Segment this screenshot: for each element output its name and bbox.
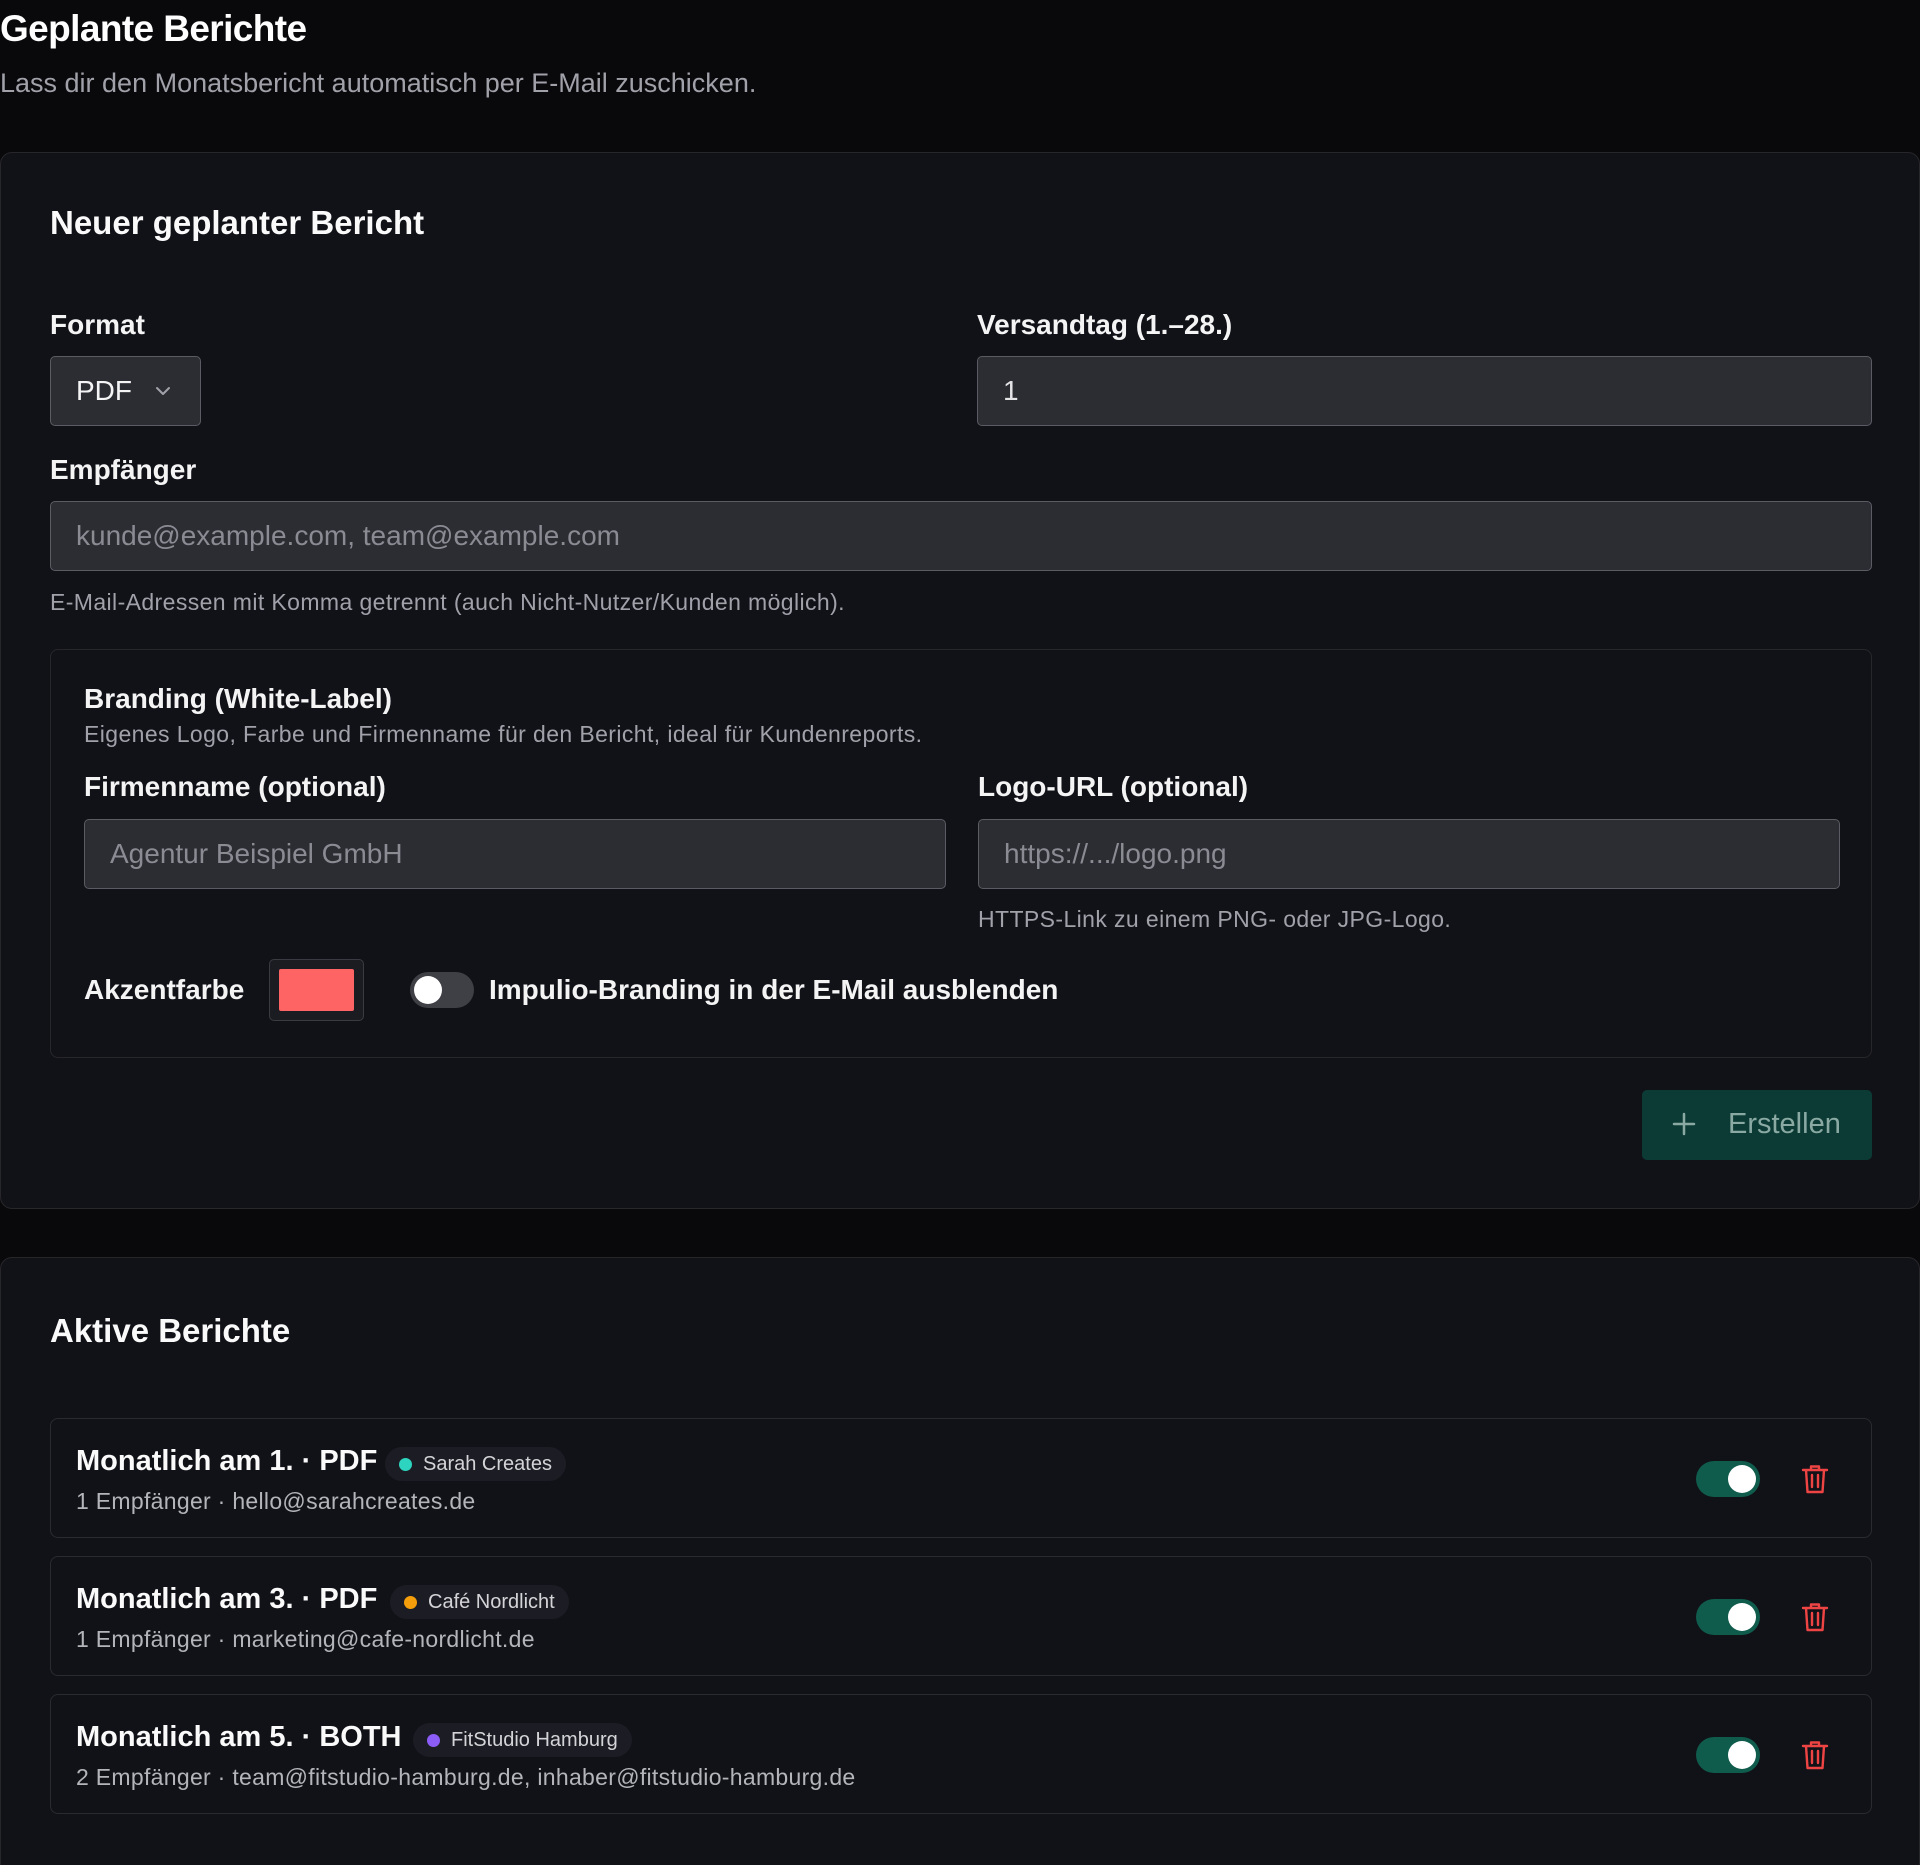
hide-branding-toggle[interactable]	[410, 972, 474, 1008]
report-title: Monatlich am 3. · PDF	[76, 1583, 378, 1615]
day-input[interactable]: 1	[977, 356, 1872, 426]
badge-dot	[427, 1734, 440, 1747]
logo-url-label: Logo-URL (optional)	[978, 771, 1249, 802]
accent-color-label: Akzentfarbe	[84, 974, 245, 1005]
badge-label: Sarah Creates	[423, 1452, 552, 1475]
format-value: PDF	[76, 375, 132, 406]
create-button[interactable]: Erstellen	[1642, 1090, 1872, 1160]
format-select[interactable]: PDF	[50, 356, 201, 426]
report-enabled-toggle[interactable]	[1696, 1461, 1760, 1497]
active-reports-title: Aktive Berichte	[50, 1312, 291, 1349]
active-reports-card: Aktive Berichte Monatlich am 1. · PDF Sa…	[0, 1257, 1920, 1865]
plus-icon	[1672, 1112, 1696, 1136]
toggle-knob	[414, 976, 442, 1004]
report-row: Monatlich am 3. · PDF Café Nordlicht 1 E…	[50, 1556, 1872, 1676]
client-badge: Sarah Creates	[385, 1447, 566, 1481]
new-report-card: Neuer geplanter Bericht Format PDF Versa…	[0, 152, 1920, 1209]
page-subtitle: Lass dir den Monatsbericht automatisch p…	[0, 68, 757, 98]
report-enabled-toggle[interactable]	[1696, 1737, 1760, 1773]
recipients-label: Empfänger	[50, 454, 197, 485]
page: Geplante Berichte Lass dir den Monatsber…	[0, 0, 1920, 1865]
badge-dot	[404, 1596, 417, 1609]
recipients-input[interactable]	[50, 501, 1872, 571]
day-label: Versandtag (1.–28.)	[977, 309, 1233, 340]
branding-title: Branding (White-Label)	[84, 683, 392, 714]
branding-section: Branding (White-Label) Eigenes Logo, Far…	[50, 649, 1872, 1058]
report-row: Monatlich am 5. · BOTH FitStudio Hamburg…	[50, 1694, 1872, 1814]
client-badge: Café Nordlicht	[390, 1585, 569, 1619]
day-value: 1	[1003, 375, 1019, 406]
report-recipients: 1 Empfänger · marketing@cafe-nordlicht.d…	[76, 1626, 535, 1652]
trash-icon[interactable]	[1800, 1601, 1830, 1633]
toggle-knob	[1728, 1741, 1756, 1769]
accent-color-swatch	[279, 969, 354, 1011]
report-recipients: 1 Empfänger · hello@sarahcreates.de	[76, 1488, 476, 1514]
client-badge: FitStudio Hamburg	[413, 1723, 632, 1757]
report-enabled-toggle[interactable]	[1696, 1599, 1760, 1635]
format-label: Format	[50, 309, 145, 340]
trash-icon[interactable]	[1800, 1739, 1830, 1771]
company-label: Firmenname (optional)	[84, 771, 386, 802]
branding-description: Eigenes Logo, Farbe und Firmenname für d…	[84, 721, 923, 747]
company-input[interactable]	[84, 819, 946, 889]
report-recipients: 2 Empfänger · team@fitstudio-hamburg.de,…	[76, 1764, 856, 1790]
toggle-knob	[1728, 1603, 1756, 1631]
hide-branding-label: Impulio-Branding in der E-Mail ausblende…	[489, 974, 1059, 1005]
new-report-title: Neuer geplanter Bericht	[50, 204, 425, 241]
report-title: Monatlich am 5. · BOTH	[76, 1721, 402, 1753]
create-button-label: Erstellen	[1728, 1108, 1841, 1140]
toggle-knob	[1728, 1465, 1756, 1493]
report-title: Monatlich am 1. · PDF	[76, 1445, 378, 1477]
trash-icon[interactable]	[1800, 1463, 1830, 1495]
report-row: Monatlich am 1. · PDF Sarah Creates 1 Em…	[50, 1418, 1872, 1538]
badge-dot	[399, 1458, 412, 1471]
page-title: Geplante Berichte	[0, 8, 307, 49]
logo-url-hint: HTTPS-Link zu einem PNG- oder JPG-Logo.	[978, 906, 1452, 932]
badge-label: Café Nordlicht	[428, 1590, 555, 1613]
badge-label: FitStudio Hamburg	[451, 1728, 618, 1751]
accent-color-picker[interactable]	[269, 959, 364, 1021]
chevron-down-icon	[156, 387, 170, 395]
logo-url-input[interactable]	[978, 819, 1840, 889]
recipients-hint: E-Mail-Adressen mit Komma getrennt (auch…	[50, 589, 845, 615]
